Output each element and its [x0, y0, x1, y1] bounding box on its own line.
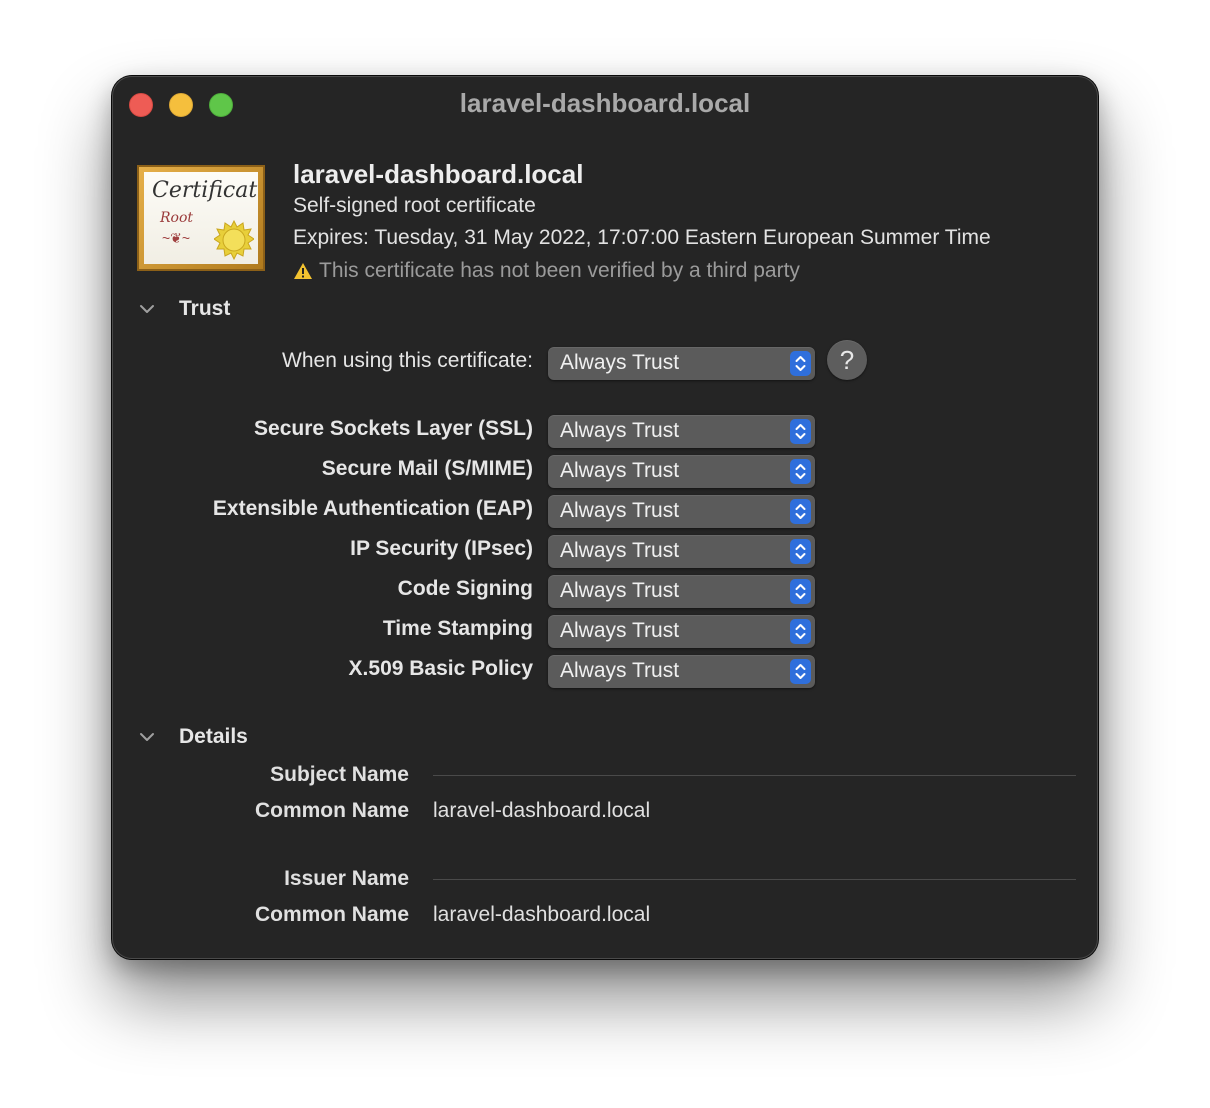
- stepper-icon: [790, 579, 811, 604]
- policy-value: Always Trust: [560, 579, 680, 602]
- issuer-divider: [433, 879, 1076, 880]
- policy-popup-ipsec[interactable]: Always Trust: [548, 535, 815, 568]
- issuer-common-name-value: laravel-dashboard.local: [433, 903, 651, 926]
- policy-label-smime: Secure Mail (S/MIME): [321, 457, 533, 480]
- verification-warning: This certificate has not been verified b…: [293, 259, 800, 283]
- policy-value: Always Trust: [560, 459, 680, 482]
- stepper-icon: [790, 459, 811, 484]
- certificate-name: laravel-dashboard.local: [293, 159, 584, 189]
- certificate-window: laravel-dashboard.local Certificate Root…: [112, 76, 1098, 959]
- policy-value: Always Trust: [560, 499, 680, 522]
- trust-section-toggle[interactable]: Trust: [137, 297, 230, 321]
- subject-common-name-value: laravel-dashboard.local: [433, 799, 651, 822]
- policy-popup-code-signing[interactable]: Always Trust: [548, 575, 815, 608]
- chevron-down-icon: [140, 733, 154, 741]
- stepper-icon: [790, 539, 811, 564]
- stepper-icon: [790, 351, 811, 376]
- subject-divider: [433, 775, 1076, 776]
- help-button[interactable]: ?: [827, 340, 867, 380]
- details-section-toggle[interactable]: Details: [137, 725, 248, 749]
- policy-value: Always Trust: [560, 539, 680, 562]
- policy-label-x509: X.509 Basic Policy: [348, 657, 533, 680]
- issuer-common-name-label: Common Name: [254, 903, 409, 926]
- seal-icon: [214, 220, 254, 260]
- policy-label-code-signing: Code Signing: [397, 577, 533, 600]
- policy-popup-eap[interactable]: Always Trust: [548, 495, 815, 528]
- stepper-icon: [790, 659, 811, 684]
- policy-label-ssl: Secure Sockets Layer (SSL): [254, 417, 533, 440]
- subject-common-name-label: Common Name: [254, 799, 409, 822]
- policy-value: Always Trust: [560, 419, 680, 442]
- when-using-value: Always Trust: [560, 351, 680, 374]
- warning-text: This certificate has not been verified b…: [319, 259, 800, 282]
- stepper-icon: [790, 619, 811, 644]
- window-title: laravel-dashboard.local: [459, 88, 751, 118]
- warning-icon: [294, 263, 312, 279]
- policy-label-ipsec: IP Security (IPsec): [350, 537, 533, 560]
- certificate-root-icon: Certificate Root ~❦~: [137, 165, 265, 271]
- stepper-icon: [790, 499, 811, 524]
- issuer-name-heading: Issuer Name: [284, 867, 409, 890]
- certificate-logo-text: Certificate: [152, 178, 258, 203]
- when-using-popup[interactable]: Always Trust: [548, 347, 815, 380]
- certificate-expiry: Expires: Tuesday, 31 May 2022, 17:07:00 …: [293, 226, 991, 249]
- policy-label-eap: Extensible Authentication (EAP): [212, 497, 533, 520]
- flourish-decoration: ~❦~: [162, 230, 191, 246]
- policy-popup-ssl[interactable]: Always Trust: [548, 415, 815, 448]
- policy-popup-smime[interactable]: Always Trust: [548, 455, 815, 488]
- subject-name-heading: Subject Name: [270, 763, 409, 786]
- stepper-icon: [790, 419, 811, 444]
- policy-value: Always Trust: [560, 659, 680, 682]
- details-section-title: Details: [179, 725, 248, 748]
- certificate-kind: Self-signed root certificate: [293, 194, 536, 217]
- policy-popup-time-stamping[interactable]: Always Trust: [548, 615, 815, 648]
- policy-value: Always Trust: [560, 619, 680, 642]
- policy-popup-x509[interactable]: Always Trust: [548, 655, 815, 688]
- policy-label-time-stamping: Time Stamping: [382, 617, 533, 640]
- certificate-logo-sub: Root: [160, 210, 194, 226]
- chevron-down-icon: [140, 305, 154, 313]
- when-using-label: When using this certificate:: [282, 349, 533, 372]
- trust-section-title: Trust: [179, 297, 231, 320]
